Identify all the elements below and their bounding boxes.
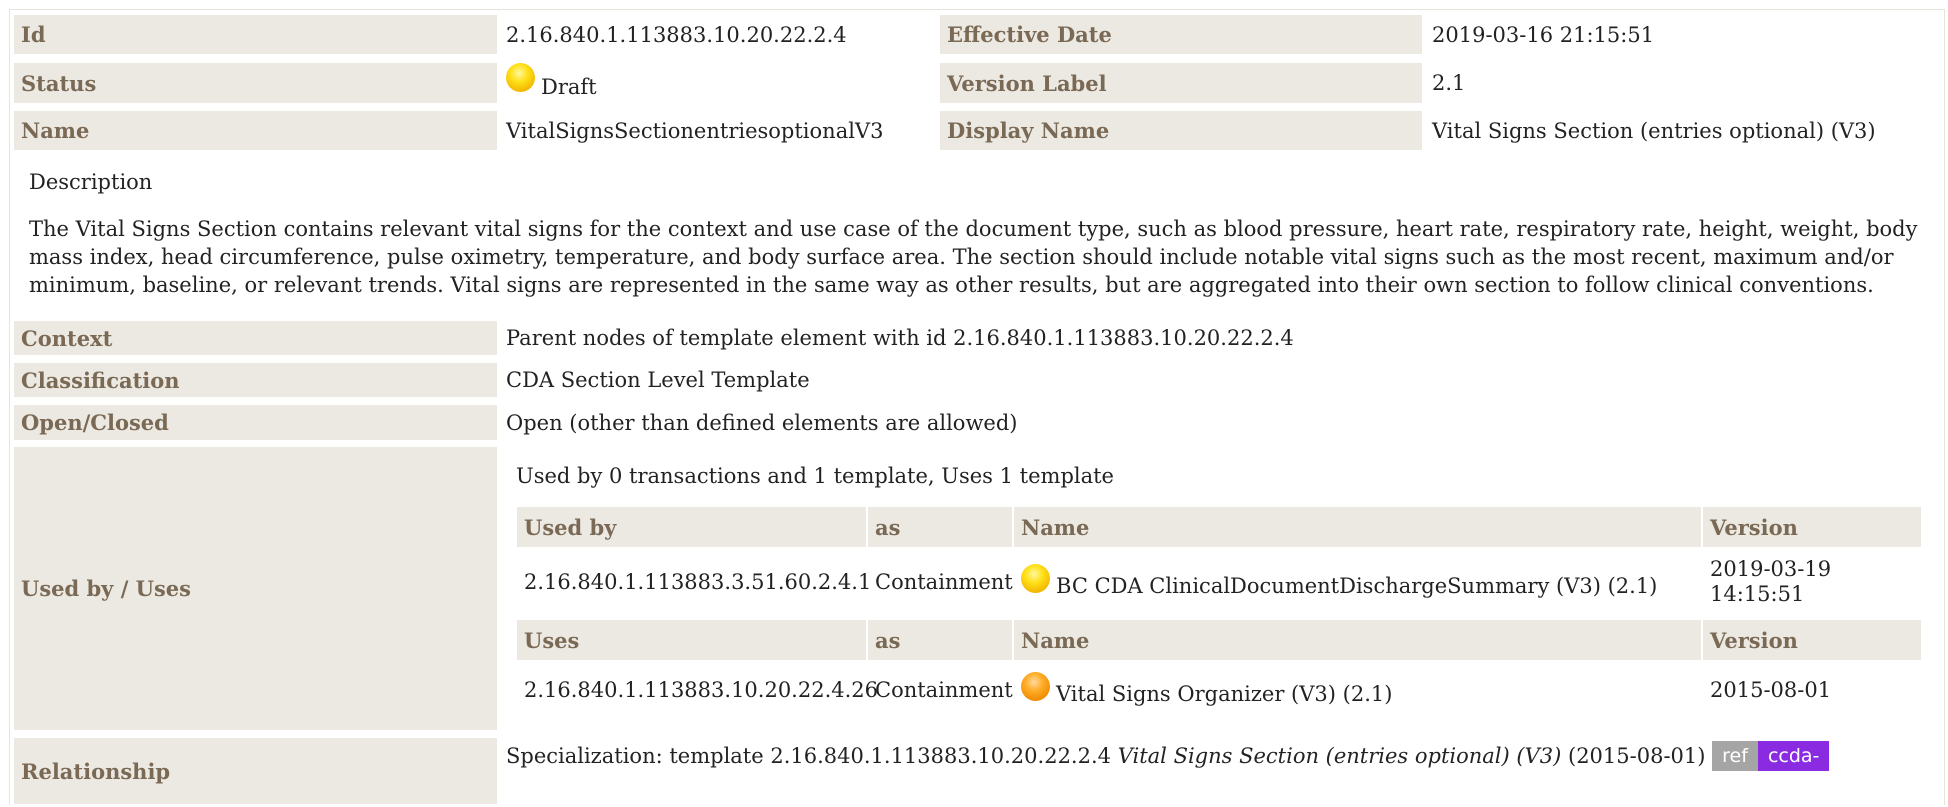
status-value: Draft [506,62,597,103]
uses-row-as: Containment [875,678,1013,702]
relationship-date: (2015-08-01) [1568,744,1706,768]
used-by-as-header: as [868,507,1012,547]
display-name-label: Display Name [940,111,1422,150]
used-by-row-version-date: 2019-03-19 [1710,557,1832,581]
name-label: Name [14,111,497,150]
uses-row-version: 2015-08-01 [1710,678,1832,702]
effective-date-value: 2019-03-16 21:15:51 [1432,22,1655,47]
draft-status-icon [506,62,535,92]
used-by-name-header: Name [1014,507,1701,547]
status-text: Draft [541,75,597,99]
open-closed-value: Open (other than defined elements are al… [506,410,1018,435]
relationship-value: Specialization: template 2.16.840.1.1138… [506,738,1830,774]
id-value: 2.16.840.1.113883.10.20.22.2.4 [506,22,847,47]
description-text: The Vital Signs Section contains relevan… [29,217,1918,297]
version-label-label: Version Label [940,63,1422,103]
uses-row-id[interactable]: 2.16.840.1.113883.10.20.22.4.26 [517,664,878,716]
classification-value: CDA Section Level Template [506,368,810,392]
version-label-value: 2.1 [1432,71,1466,95]
used-by-summary: Used by 0 transactions and 1 template, U… [516,464,1114,488]
context-label: Context [14,321,497,355]
used-by-row-as: Containment [875,570,1013,594]
uses-name-header: Name [1014,620,1701,660]
description-title: Description [29,170,153,194]
used-by-header-col: Used by [517,507,866,547]
used-by-version-header: Version [1703,507,1921,547]
used-by-uses-label: Used by / Uses [14,447,497,730]
active-status-icon [1021,671,1050,701]
uses-as-header: as [868,620,1012,660]
effective-date-label: Effective Date [940,15,1422,54]
used-by-row-version-time: 14:15:51 [1710,582,1805,606]
used-by-row-name[interactable]: BC CDA ClinicalDocumentDischargeSummary … [1014,551,1657,613]
relationship-label: Relationship [14,738,497,804]
ref-badge: ref [1712,741,1758,771]
name-value: VitalSignsSectionentriesoptionalV3 [506,118,884,143]
relationship-prefix: Specialization: template 2.16.840.1.1138… [506,744,1112,768]
id-label: Id [14,15,497,54]
open-closed-label: Open/Closed [14,405,497,440]
used-by-row-id[interactable]: 2.16.840.1.113883.3.51.60.2.4.1 [517,551,871,613]
used-by-row-name-text[interactable]: BC CDA ClinicalDocumentDischargeSummary … [1056,574,1657,598]
uses-header-col: Uses [517,620,866,660]
status-label: Status [14,63,497,103]
ccda-badge: ccda- [1757,741,1830,771]
relationship-template-name[interactable]: Vital Signs Section (entries optional) (… [1118,744,1562,768]
uses-row-name[interactable]: Vital Signs Organizer (V3) (2.1) [1014,664,1392,716]
uses-row-name-text[interactable]: Vital Signs Organizer (V3) (2.1) [1056,682,1392,706]
display-name-value: Vital Signs Section (entries optional) (… [1432,118,1876,143]
uses-version-header: Version [1703,620,1921,660]
draft-status-icon [1021,563,1050,593]
classification-label: Classification [14,363,497,397]
used-by-row-version: 2019-03-19 14:15:51 [1703,551,1831,613]
context-value: Parent nodes of template element with id… [506,326,1294,350]
